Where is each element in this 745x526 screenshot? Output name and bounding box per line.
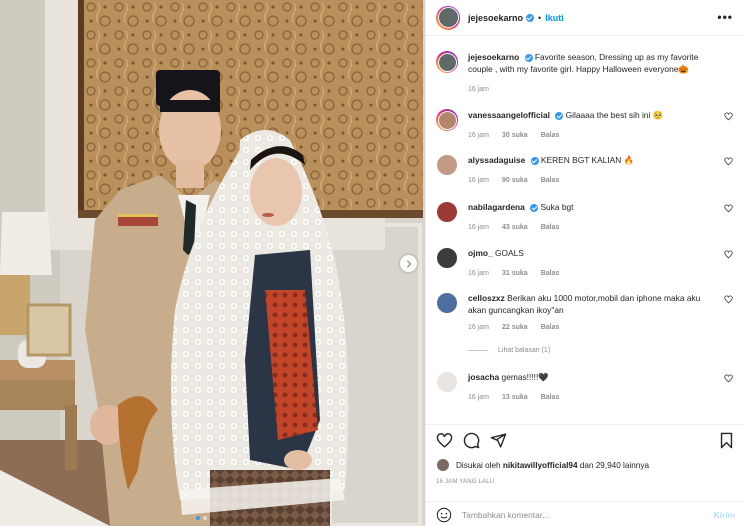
likes-suffix[interactable]: dan 29,940 lainnya bbox=[580, 461, 649, 470]
post-actions: Disukai oleh nikitawillyofficial94 dan 2… bbox=[426, 424, 745, 524]
comment-time[interactable]: 16 jam bbox=[468, 392, 489, 404]
comment-time[interactable]: 16 jam bbox=[468, 322, 489, 334]
comment-text: KEREN BGT KALIAN 🔥 bbox=[540, 155, 635, 165]
comment-item: ojmo_ GOALS 16 jam 31 suka Balas bbox=[436, 247, 735, 280]
like-comment-heart-icon[interactable] bbox=[724, 157, 733, 166]
add-comment-bar: Kirim bbox=[426, 501, 745, 526]
post-image bbox=[0, 0, 425, 526]
author-avatar[interactable] bbox=[436, 5, 460, 30]
comment-reply-button[interactable]: Balas bbox=[541, 322, 560, 334]
comment-username[interactable]: alyssadaguise bbox=[468, 155, 525, 165]
comments-list[interactable]: jejesoekarno Favorite season, Dressing u… bbox=[426, 37, 745, 423]
comment-likes[interactable]: 22 suka bbox=[502, 322, 528, 334]
post-comment-button[interactable]: Kirim bbox=[714, 510, 735, 520]
comment-bubble-icon[interactable] bbox=[463, 432, 480, 449]
view-replies-button[interactable]: Lihat balasan (1) bbox=[468, 347, 550, 354]
more-dots-icon[interactable]: ••• bbox=[717, 10, 733, 24]
emoji-icon[interactable] bbox=[436, 507, 452, 523]
comment-avatar[interactable] bbox=[436, 109, 458, 131]
comment-likes[interactable]: 30 suka bbox=[502, 130, 528, 142]
comment-reply-button[interactable]: Balas bbox=[541, 268, 560, 280]
comment-reply-button[interactable]: Balas bbox=[541, 130, 560, 142]
comment-time[interactable]: 16 jam bbox=[468, 222, 489, 234]
verified-badge-icon bbox=[530, 156, 539, 165]
comment-text: GOALS bbox=[495, 248, 524, 258]
post-timestamp[interactable]: 16 JAM YANG LALU bbox=[426, 475, 745, 485]
next-photo-button[interactable] bbox=[400, 255, 417, 272]
comment-reply-button[interactable]: Balas bbox=[541, 222, 560, 234]
share-send-icon[interactable] bbox=[490, 432, 507, 449]
comment-time[interactable]: 16 jam bbox=[468, 175, 489, 187]
comment-text: Gilaaaa the best sih ini 🥺 bbox=[565, 110, 664, 120]
comment-item: celloszxz Berikan aku 1000 motor,mobil d… bbox=[436, 292, 735, 334]
comment-item: vanessaangelofficial Gilaaaa the best si… bbox=[436, 109, 735, 142]
like-comment-heart-icon[interactable] bbox=[724, 204, 733, 213]
comment-likes[interactable]: 13 suka bbox=[502, 392, 528, 404]
comment-text: gemas!!!!!🖤 bbox=[501, 372, 549, 382]
carousel-dot-active bbox=[196, 516, 200, 520]
like-heart-icon[interactable] bbox=[436, 432, 453, 449]
comment-avatar[interactable] bbox=[436, 247, 458, 269]
carousel-dot bbox=[203, 516, 207, 520]
caption-username[interactable]: jejesoekarno bbox=[468, 52, 519, 62]
comment-username[interactable]: vanessaangelofficial bbox=[468, 110, 550, 120]
comment-likes[interactable]: 31 suka bbox=[502, 268, 528, 280]
comment-username[interactable]: nabilagardena bbox=[468, 202, 525, 212]
comment-avatar[interactable] bbox=[436, 371, 458, 393]
comment-item: josacha gemas!!!!!🖤 16 jam 13 suka Balas bbox=[436, 371, 735, 404]
comment-item: nabilagardena Suka bgt 16 jam 43 suka Ba… bbox=[436, 201, 735, 234]
verified-badge-icon bbox=[530, 203, 539, 212]
verified-badge-icon bbox=[555, 111, 564, 120]
comment-likes[interactable]: 43 suka bbox=[502, 222, 528, 234]
post-photo[interactable] bbox=[0, 0, 425, 526]
comment-likes[interactable]: 90 suka bbox=[502, 175, 528, 187]
follow-button[interactable]: Ikuti bbox=[545, 13, 564, 23]
post-header: jejesoekarno • Ikuti ••• bbox=[426, 0, 745, 36]
post-side-panel: jejesoekarno • Ikuti ••• jejesoekarno Fa… bbox=[425, 0, 745, 526]
like-comment-heart-icon[interactable] bbox=[724, 295, 733, 304]
comment-text: Suka bgt bbox=[540, 202, 574, 212]
caption-avatar[interactable] bbox=[436, 51, 458, 73]
comment-avatar[interactable] bbox=[436, 201, 458, 223]
comment-time[interactable]: 16 jam bbox=[468, 130, 489, 142]
caption-time[interactable]: 16 jam bbox=[468, 84, 489, 96]
liker-username[interactable]: nikitawillyofficial94 bbox=[503, 461, 578, 470]
like-comment-heart-icon[interactable] bbox=[724, 250, 733, 259]
comment-avatar[interactable] bbox=[436, 154, 458, 176]
comment-time[interactable]: 16 jam bbox=[468, 268, 489, 280]
comment-username[interactable]: josacha bbox=[468, 372, 499, 382]
verified-badge-icon bbox=[524, 53, 533, 62]
comment-reply-button[interactable]: Balas bbox=[541, 175, 560, 187]
like-comment-heart-icon[interactable] bbox=[724, 374, 733, 383]
like-comment-heart-icon[interactable] bbox=[724, 112, 733, 121]
action-bar bbox=[426, 425, 745, 455]
carousel-indicator bbox=[196, 516, 207, 520]
comment-item: alyssadaguise KEREN BGT KALIAN 🔥 16 jam … bbox=[436, 154, 735, 187]
verified-badge-icon bbox=[526, 13, 535, 22]
author-username[interactable]: jejesoekarno bbox=[468, 13, 523, 23]
liker-avatar[interactable] bbox=[436, 458, 450, 472]
bookmark-icon[interactable] bbox=[718, 432, 735, 449]
likes-prefix: Disukai oleh bbox=[456, 460, 501, 470]
comment-avatar[interactable] bbox=[436, 292, 458, 314]
comment-username[interactable]: ojmo_ bbox=[468, 248, 493, 258]
view-replies-label: Lihat balasan (1) bbox=[498, 347, 551, 354]
comment-input[interactable] bbox=[462, 509, 714, 520]
comment-username[interactable]: celloszxz bbox=[468, 293, 505, 303]
caption: jejesoekarno Favorite season, Dressing u… bbox=[436, 51, 735, 96]
separator-dot: • bbox=[538, 12, 542, 23]
comment-reply-button[interactable]: Balas bbox=[541, 392, 560, 404]
chevron-right-icon bbox=[406, 259, 412, 268]
likes-summary: Disukai oleh nikitawillyofficial94 dan 2… bbox=[426, 455, 745, 475]
